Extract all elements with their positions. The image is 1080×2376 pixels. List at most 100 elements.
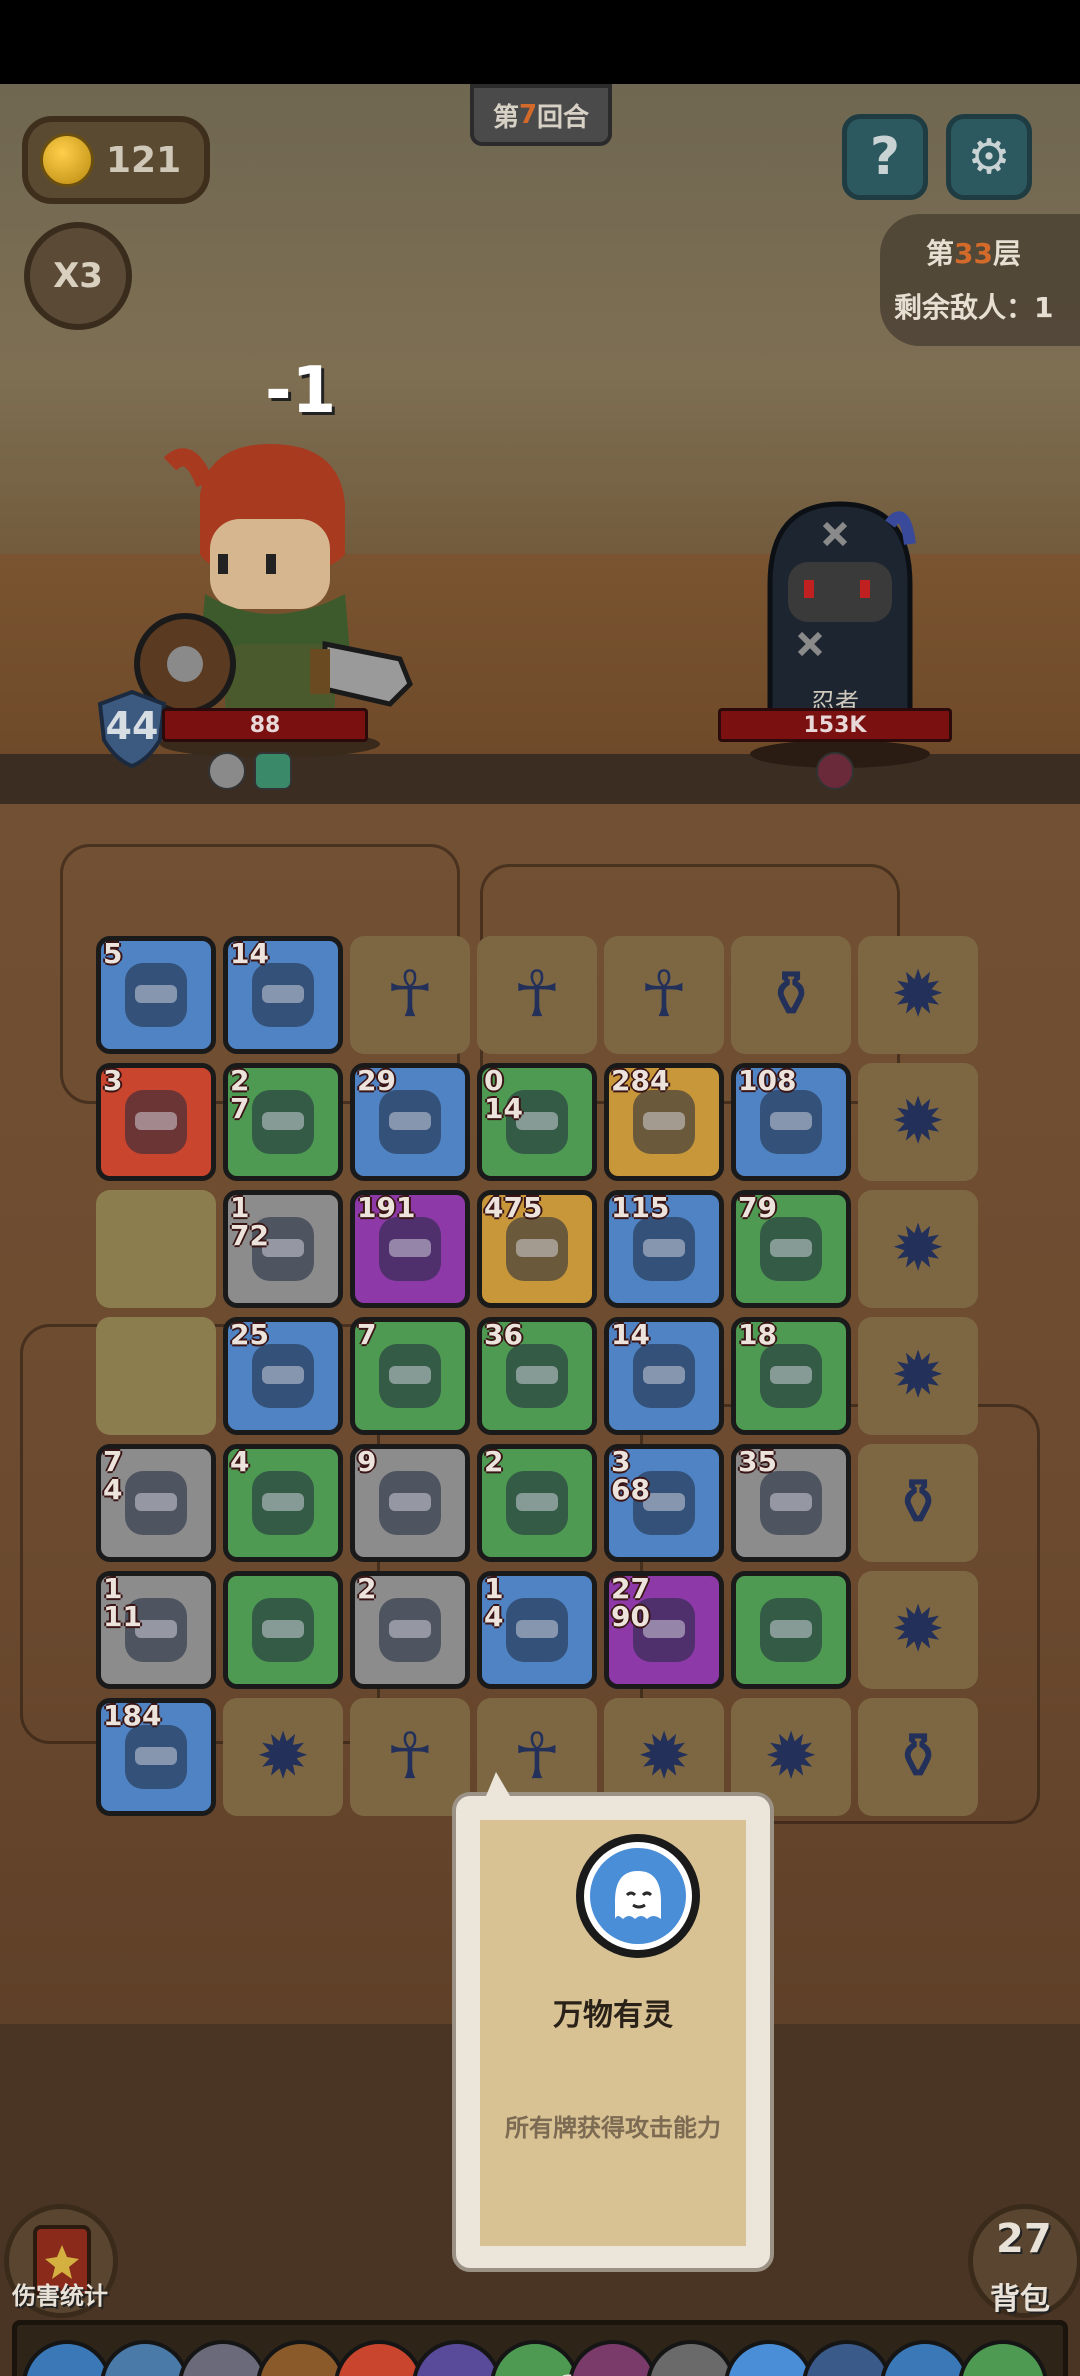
unit-card[interactable]: 7 [350, 1317, 470, 1435]
unit-card[interactable]: 9 [350, 1444, 470, 1562]
unit-card[interactable]: 0 14 [477, 1063, 597, 1181]
vase-slot[interactable]: ⚱ [858, 1698, 978, 1816]
round-number: 7 [518, 100, 538, 130]
gear-icon: ⚙ [967, 129, 1011, 185]
card-art [238, 1459, 328, 1547]
card-stat: 5 [103, 937, 123, 970]
ankh-slot[interactable]: ☥ [477, 936, 597, 1054]
coin-count: 121 [106, 139, 182, 181]
unit-card[interactable]: 18 [731, 1317, 851, 1435]
unit-card[interactable]: 191 [350, 1190, 470, 1308]
card-art [238, 1586, 328, 1674]
card-art [365, 1332, 455, 1420]
unit-card[interactable]: 36 [477, 1317, 597, 1435]
empty-slot[interactable] [96, 1190, 216, 1308]
unit-card[interactable]: 14 [604, 1317, 724, 1435]
sun-slot[interactable]: ✹ [223, 1698, 343, 1816]
sun-slot[interactable]: ✹ [858, 1571, 978, 1689]
speed-button[interactable]: X3 [24, 222, 132, 330]
unit-card[interactable]: 2 [477, 1444, 597, 1562]
card-stat: 4 [230, 1445, 250, 1478]
floor-suffix: 层 [992, 237, 1021, 270]
unit-card[interactable]: 1 11 [96, 1571, 216, 1689]
unit-card[interactable]: 5 [96, 936, 216, 1054]
vase-slot[interactable]: ⚱ [731, 936, 851, 1054]
card-stat: 191 [357, 1191, 416, 1224]
unit-card[interactable]: 284 [604, 1063, 724, 1181]
sun-slot[interactable]: ✹ [858, 936, 978, 1054]
backpack-count: 27 [996, 2216, 1052, 2262]
unit-card[interactable]: 475 [477, 1190, 597, 1308]
unit-card[interactable]: 1 72 [223, 1190, 343, 1308]
vase-slot[interactable]: ⚱ [858, 1444, 978, 1562]
settings-button[interactable]: ⚙ [946, 114, 1032, 200]
card-art [365, 1459, 455, 1547]
sun-icon: ✹ [256, 1720, 310, 1794]
unit-card[interactable] [731, 1571, 851, 1689]
hero-hp-value: 88 [249, 712, 281, 738]
ghost-icon [576, 1834, 700, 1958]
status-scope-icon[interactable] [208, 752, 246, 790]
card-stat: 79 [738, 1191, 777, 1224]
card-stat-secondary: 90 [611, 1600, 650, 1633]
ankh-slot[interactable]: ☥ [604, 936, 724, 1054]
sun-slot[interactable]: ✹ [858, 1190, 978, 1308]
floor-number: 33 [954, 237, 993, 270]
card-stat-secondary: 14 [484, 1092, 523, 1125]
card-stat-secondary: 68 [611, 1473, 650, 1506]
ankh-icon: ☥ [513, 958, 561, 1032]
tooltip-pointer [486, 1772, 510, 1796]
sun-icon: ✹ [891, 1212, 945, 1286]
tooltip-title: 万物有灵 [553, 1998, 673, 2033]
card-stat: 25 [230, 1318, 269, 1351]
ankh-icon: ☥ [640, 958, 688, 1032]
hero-hp-bar: 88 [162, 708, 368, 742]
unit-card[interactable]: 115 [604, 1190, 724, 1308]
unit-card[interactable]: 29 [350, 1063, 470, 1181]
unit-card[interactable]: 3 68 [604, 1444, 724, 1562]
card-art [238, 1078, 328, 1166]
help-button[interactable]: ? [842, 114, 928, 200]
unit-card[interactable]: 35 [731, 1444, 851, 1562]
unit-card[interactable]: 74 [96, 1444, 216, 1562]
game-stage: 121 X3 第 7 回合 ? ⚙ 第33层 剩余敌人：1 -1 44 88 忍… [0, 84, 1080, 2376]
unit-card[interactable]: 3 [96, 1063, 216, 1181]
relic-plus-label: +1 [540, 2370, 577, 2376]
card-stat-secondary: 7 [230, 1092, 250, 1125]
floor-label: 第33层 [926, 232, 1080, 272]
card-stat-secondary: 4 [484, 1600, 504, 1633]
floor-prefix: 第 [926, 237, 955, 270]
card-stat: 7 [357, 1318, 377, 1351]
round-suffix: 回合 [537, 102, 590, 133]
ankh-icon: ☥ [386, 1720, 434, 1794]
vase-icon: ⚱ [891, 1466, 945, 1540]
status-puzzle-icon[interactable] [254, 752, 292, 790]
card-stat: 115 [611, 1191, 670, 1224]
unit-card[interactable]: 108 [731, 1063, 851, 1181]
ankh-slot[interactable]: ☥ [350, 936, 470, 1054]
card-art [111, 1078, 201, 1166]
unit-card[interactable]: 25 [223, 1317, 343, 1435]
unit-card[interactable]: 2 [350, 1571, 470, 1689]
ankh-slot[interactable]: ☥ [350, 1698, 470, 1816]
card-stat: 284 [611, 1064, 670, 1097]
unit-card[interactable] [223, 1571, 343, 1689]
card-art [492, 1586, 582, 1674]
unit-card[interactable]: 4 [223, 1444, 343, 1562]
empty-slot[interactable] [96, 1317, 216, 1435]
unit-card[interactable]: 184 [96, 1698, 216, 1816]
sun-slot[interactable]: ✹ [858, 1063, 978, 1181]
unit-card[interactable]: 27 [223, 1063, 343, 1181]
card-art [111, 1459, 201, 1547]
unit-card[interactable]: 14 [223, 936, 343, 1054]
enemy-hp-bar: 153K [718, 708, 952, 742]
sun-slot[interactable]: ✹ [858, 1317, 978, 1435]
help-icon: ? [869, 127, 901, 187]
speed-label: X3 [53, 256, 103, 296]
sun-icon: ✹ [891, 1085, 945, 1159]
unit-card[interactable]: 14 [477, 1571, 597, 1689]
unit-card[interactable]: 27 90 [604, 1571, 724, 1689]
enemy-intent-icon[interactable] [816, 752, 854, 790]
unit-card[interactable]: 79 [731, 1190, 851, 1308]
card-art [492, 1459, 582, 1547]
